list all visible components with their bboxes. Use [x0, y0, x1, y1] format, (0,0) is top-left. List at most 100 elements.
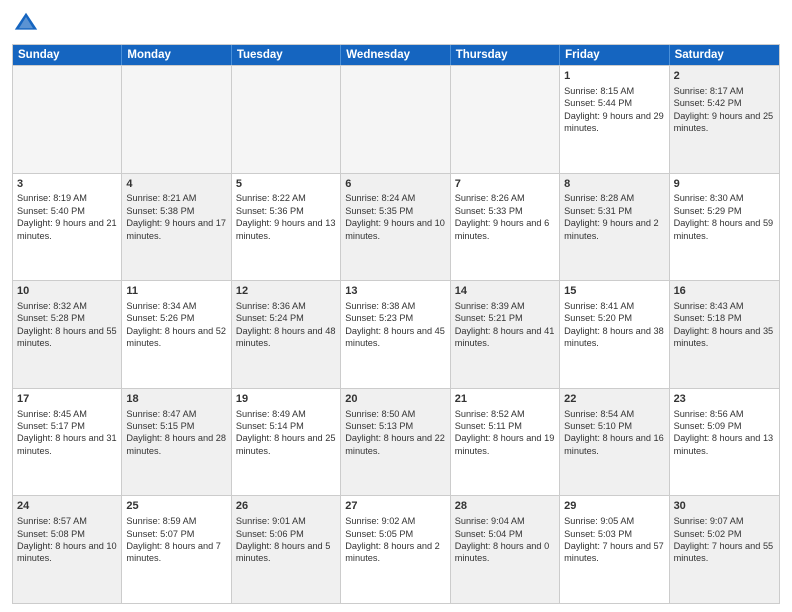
cal-cell: 11Sunrise: 8:34 AM Sunset: 5:26 PM Dayli… — [122, 281, 231, 388]
header-thursday: Thursday — [451, 45, 560, 65]
day-number: 14 — [455, 284, 555, 299]
day-number: 25 — [126, 499, 226, 514]
cal-cell: 18Sunrise: 8:47 AM Sunset: 5:15 PM Dayli… — [122, 389, 231, 496]
day-number: 1 — [564, 69, 664, 84]
cell-info: Sunrise: 8:28 AM Sunset: 5:31 PM Dayligh… — [564, 192, 664, 242]
cell-info: Sunrise: 8:59 AM Sunset: 5:07 PM Dayligh… — [126, 515, 226, 565]
cal-cell: 8Sunrise: 8:28 AM Sunset: 5:31 PM Daylig… — [560, 174, 669, 281]
day-number: 27 — [345, 499, 445, 514]
calendar: SundayMondayTuesdayWednesdayThursdayFrid… — [12, 44, 780, 604]
day-number: 13 — [345, 284, 445, 299]
day-number: 8 — [564, 177, 664, 192]
day-number: 2 — [674, 69, 775, 84]
header-wednesday: Wednesday — [341, 45, 450, 65]
cal-cell: 19Sunrise: 8:49 AM Sunset: 5:14 PM Dayli… — [232, 389, 341, 496]
cell-info: Sunrise: 8:24 AM Sunset: 5:35 PM Dayligh… — [345, 192, 445, 242]
cal-cell: 10Sunrise: 8:32 AM Sunset: 5:28 PM Dayli… — [13, 281, 122, 388]
cell-info: Sunrise: 8:21 AM Sunset: 5:38 PM Dayligh… — [126, 192, 226, 242]
cal-cell: 5Sunrise: 8:22 AM Sunset: 5:36 PM Daylig… — [232, 174, 341, 281]
cell-info: Sunrise: 8:56 AM Sunset: 5:09 PM Dayligh… — [674, 408, 775, 458]
cell-info: Sunrise: 8:45 AM Sunset: 5:17 PM Dayligh… — [17, 408, 117, 458]
cell-info: Sunrise: 9:07 AM Sunset: 5:02 PM Dayligh… — [674, 515, 775, 565]
cal-cell: 27Sunrise: 9:02 AM Sunset: 5:05 PM Dayli… — [341, 496, 450, 603]
logo-icon — [12, 10, 40, 38]
cell-info: Sunrise: 8:19 AM Sunset: 5:40 PM Dayligh… — [17, 192, 117, 242]
cell-info: Sunrise: 8:17 AM Sunset: 5:42 PM Dayligh… — [674, 85, 775, 135]
page: SundayMondayTuesdayWednesdayThursdayFrid… — [0, 0, 792, 612]
day-number: 6 — [345, 177, 445, 192]
cal-cell: 28Sunrise: 9:04 AM Sunset: 5:04 PM Dayli… — [451, 496, 560, 603]
cal-cell: 7Sunrise: 8:26 AM Sunset: 5:33 PM Daylig… — [451, 174, 560, 281]
cal-cell: 6Sunrise: 8:24 AM Sunset: 5:35 PM Daylig… — [341, 174, 450, 281]
cal-cell: 17Sunrise: 8:45 AM Sunset: 5:17 PM Dayli… — [13, 389, 122, 496]
cell-info: Sunrise: 8:32 AM Sunset: 5:28 PM Dayligh… — [17, 300, 117, 350]
cal-cell: 9Sunrise: 8:30 AM Sunset: 5:29 PM Daylig… — [670, 174, 779, 281]
cal-cell: 23Sunrise: 8:56 AM Sunset: 5:09 PM Dayli… — [670, 389, 779, 496]
calendar-body: 1Sunrise: 8:15 AM Sunset: 5:44 PM Daylig… — [13, 65, 779, 603]
logo — [12, 10, 44, 38]
cell-info: Sunrise: 8:15 AM Sunset: 5:44 PM Dayligh… — [564, 85, 664, 135]
cal-cell: 12Sunrise: 8:36 AM Sunset: 5:24 PM Dayli… — [232, 281, 341, 388]
header-friday: Friday — [560, 45, 669, 65]
cal-cell: 4Sunrise: 8:21 AM Sunset: 5:38 PM Daylig… — [122, 174, 231, 281]
day-number: 21 — [455, 392, 555, 407]
day-number: 3 — [17, 177, 117, 192]
cal-cell: 15Sunrise: 8:41 AM Sunset: 5:20 PM Dayli… — [560, 281, 669, 388]
day-number: 30 — [674, 499, 775, 514]
day-number: 12 — [236, 284, 336, 299]
day-number: 20 — [345, 392, 445, 407]
cell-info: Sunrise: 8:34 AM Sunset: 5:26 PM Dayligh… — [126, 300, 226, 350]
cal-cell — [341, 66, 450, 173]
cal-cell: 26Sunrise: 9:01 AM Sunset: 5:06 PM Dayli… — [232, 496, 341, 603]
cell-info: Sunrise: 8:41 AM Sunset: 5:20 PM Dayligh… — [564, 300, 664, 350]
calendar-row-4: 17Sunrise: 8:45 AM Sunset: 5:17 PM Dayli… — [13, 388, 779, 496]
cal-cell: 20Sunrise: 8:50 AM Sunset: 5:13 PM Dayli… — [341, 389, 450, 496]
day-number: 18 — [126, 392, 226, 407]
cal-cell: 25Sunrise: 8:59 AM Sunset: 5:07 PM Dayli… — [122, 496, 231, 603]
day-number: 11 — [126, 284, 226, 299]
header-monday: Monday — [122, 45, 231, 65]
cal-cell — [13, 66, 122, 173]
cell-info: Sunrise: 8:26 AM Sunset: 5:33 PM Dayligh… — [455, 192, 555, 242]
cal-cell: 22Sunrise: 8:54 AM Sunset: 5:10 PM Dayli… — [560, 389, 669, 496]
cell-info: Sunrise: 8:39 AM Sunset: 5:21 PM Dayligh… — [455, 300, 555, 350]
cell-info: Sunrise: 8:30 AM Sunset: 5:29 PM Dayligh… — [674, 192, 775, 242]
cal-cell: 14Sunrise: 8:39 AM Sunset: 5:21 PM Dayli… — [451, 281, 560, 388]
cal-cell: 29Sunrise: 9:05 AM Sunset: 5:03 PM Dayli… — [560, 496, 669, 603]
day-number: 26 — [236, 499, 336, 514]
day-number: 10 — [17, 284, 117, 299]
cell-info: Sunrise: 9:04 AM Sunset: 5:04 PM Dayligh… — [455, 515, 555, 565]
day-number: 23 — [674, 392, 775, 407]
day-number: 19 — [236, 392, 336, 407]
day-number: 15 — [564, 284, 664, 299]
cell-info: Sunrise: 9:05 AM Sunset: 5:03 PM Dayligh… — [564, 515, 664, 565]
cal-cell — [451, 66, 560, 173]
cal-cell — [232, 66, 341, 173]
day-number: 9 — [674, 177, 775, 192]
day-number: 16 — [674, 284, 775, 299]
cell-info: Sunrise: 8:52 AM Sunset: 5:11 PM Dayligh… — [455, 408, 555, 458]
cal-cell: 24Sunrise: 8:57 AM Sunset: 5:08 PM Dayli… — [13, 496, 122, 603]
day-number: 28 — [455, 499, 555, 514]
day-number: 29 — [564, 499, 664, 514]
cal-cell — [122, 66, 231, 173]
calendar-header: SundayMondayTuesdayWednesdayThursdayFrid… — [13, 45, 779, 65]
header-saturday: Saturday — [670, 45, 779, 65]
cell-info: Sunrise: 9:02 AM Sunset: 5:05 PM Dayligh… — [345, 515, 445, 565]
cell-info: Sunrise: 8:36 AM Sunset: 5:24 PM Dayligh… — [236, 300, 336, 350]
calendar-row-3: 10Sunrise: 8:32 AM Sunset: 5:28 PM Dayli… — [13, 280, 779, 388]
day-number: 22 — [564, 392, 664, 407]
cell-info: Sunrise: 8:50 AM Sunset: 5:13 PM Dayligh… — [345, 408, 445, 458]
cal-cell: 16Sunrise: 8:43 AM Sunset: 5:18 PM Dayli… — [670, 281, 779, 388]
cal-cell: 1Sunrise: 8:15 AM Sunset: 5:44 PM Daylig… — [560, 66, 669, 173]
calendar-row-1: 1Sunrise: 8:15 AM Sunset: 5:44 PM Daylig… — [13, 65, 779, 173]
day-number: 5 — [236, 177, 336, 192]
day-number: 4 — [126, 177, 226, 192]
cell-info: Sunrise: 8:57 AM Sunset: 5:08 PM Dayligh… — [17, 515, 117, 565]
cell-info: Sunrise: 8:38 AM Sunset: 5:23 PM Dayligh… — [345, 300, 445, 350]
cell-info: Sunrise: 8:54 AM Sunset: 5:10 PM Dayligh… — [564, 408, 664, 458]
cal-cell: 13Sunrise: 8:38 AM Sunset: 5:23 PM Dayli… — [341, 281, 450, 388]
day-number: 7 — [455, 177, 555, 192]
calendar-row-2: 3Sunrise: 8:19 AM Sunset: 5:40 PM Daylig… — [13, 173, 779, 281]
cal-cell: 30Sunrise: 9:07 AM Sunset: 5:02 PM Dayli… — [670, 496, 779, 603]
